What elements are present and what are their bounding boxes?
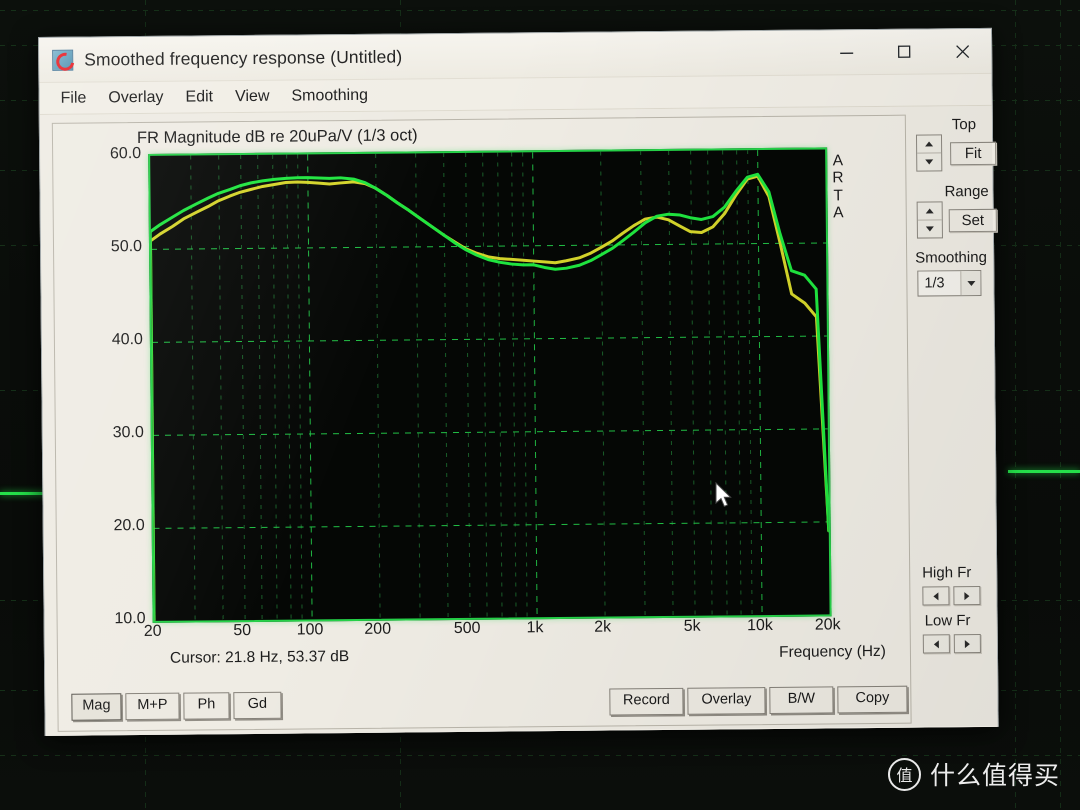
chevron-down-icon <box>925 226 934 232</box>
range-spinner[interactable] <box>916 201 943 239</box>
arta-logo-icon <box>52 49 74 71</box>
range-spinner-buttons[interactable] <box>916 201 943 239</box>
y-axis-tick-label: 40.0 <box>111 331 143 349</box>
top-decrease-button[interactable] <box>917 153 941 170</box>
low-fr-controls <box>922 633 981 654</box>
arta-letter-r: R <box>832 169 845 187</box>
x-axis-title: Frequency (Hz) <box>779 642 887 661</box>
top-spinner[interactable] <box>915 134 943 172</box>
y-axis-tick-label: 60.0 <box>109 145 142 163</box>
menu-item-smoothing[interactable]: Smoothing <box>280 84 379 107</box>
mag-phase-button[interactable]: M+P <box>125 692 180 721</box>
group-delay-button[interactable]: Gd <box>233 691 282 720</box>
y-axis-labels: 60.0 50.0 40.0 30.0 20.0 10.0 <box>53 145 146 627</box>
curves-layer <box>150 172 830 621</box>
menu-item-view[interactable]: View <box>224 85 281 108</box>
minimize-icon <box>839 52 853 54</box>
arta-letter-a2: A <box>833 204 844 222</box>
x-axis-tick-label: 1k <box>526 619 544 637</box>
x-axis-tick-label: 20k <box>814 616 841 634</box>
record-button[interactable]: Record <box>609 687 684 716</box>
maximize-icon <box>897 45 911 58</box>
low-fr-left-button[interactable] <box>922 634 950 654</box>
title-bar: Smoothed frequency response (Untitled) <box>39 28 992 83</box>
low-fr-label: Low Fr <box>924 612 971 630</box>
menu-item-overlay[interactable]: Overlay <box>97 86 174 109</box>
x-axis-tick-label: 500 <box>453 619 481 638</box>
maximize-button[interactable] <box>875 29 933 74</box>
x-axis-tick-label: 20 <box>143 622 162 641</box>
high-fr-right-button[interactable] <box>953 585 981 606</box>
y-axis-tick-label: 20.0 <box>113 516 145 535</box>
screenshot-root: Smoothed frequency response (Untitled) F… <box>0 0 1080 810</box>
plot-panel: FR Magnitude dB re 20uPa/V (1/3 oct) 60.… <box>51 114 912 732</box>
x-axis-tick-label: 100 <box>296 621 324 639</box>
arrow-left-icon <box>933 639 939 648</box>
arrow-right-icon <box>964 639 970 648</box>
phase-button[interactable]: Ph <box>183 692 230 720</box>
chevron-up-icon <box>925 141 934 147</box>
high-fr-label: High Fr <box>922 564 972 582</box>
watermark-badge-icon: 值 <box>887 757 921 791</box>
window-title: Smoothed frequency response (Untitled) <box>84 46 403 70</box>
menu-item-edit[interactable]: Edit <box>174 86 224 108</box>
y-axis-tick-label: 30.0 <box>112 424 144 442</box>
fit-button[interactable]: Fit <box>950 141 997 166</box>
background-accent-line-right <box>1008 470 1080 473</box>
side-control-panel: Top Fit Range Set Smoothing 1/3 High Fr … <box>908 114 997 722</box>
arta-letter-a1: A <box>832 152 844 170</box>
chevron-down-icon[interactable] <box>960 270 981 296</box>
copy-button[interactable]: Copy <box>837 685 908 714</box>
x-axis-tick-label: 50 <box>233 621 252 640</box>
mag-button[interactable]: Mag <box>71 693 122 721</box>
plot-title: FR Magnitude dB re 20uPa/V (1/3 oct) <box>136 126 418 148</box>
cursor-readout: Cursor: 21.8 Hz, 53.37 dB <box>169 648 350 667</box>
arta-window: Smoothed frequency response (Untitled) F… <box>38 27 999 736</box>
watermark-text: 什么值得买 <box>929 761 1060 790</box>
arta-watermark: A R T A <box>832 152 844 222</box>
range-label: Range <box>944 182 989 201</box>
smoothing-select[interactable]: 1/3 <box>917 269 982 297</box>
menu-item-file[interactable]: File <box>49 87 97 109</box>
arrow-left-icon <box>933 591 939 600</box>
y-axis-tick-label: 50.0 <box>110 238 143 256</box>
minimize-button[interactable] <box>817 30 875 75</box>
range-decrease-button[interactable] <box>918 220 942 237</box>
high-fr-left-button[interactable] <box>922 586 950 606</box>
chevron-down-icon <box>925 159 934 165</box>
range-increase-button[interactable] <box>917 202 942 221</box>
top-label: Top <box>951 115 977 134</box>
smoothing-value: 1/3 <box>924 275 945 292</box>
window-controls <box>817 29 991 75</box>
x-axis-tick-label: 10k <box>747 616 773 635</box>
set-button[interactable]: Set <box>948 208 997 233</box>
overlay-button[interactable]: Overlay <box>687 687 766 715</box>
low-fr-right-button[interactable] <box>953 633 981 654</box>
high-fr-controls <box>922 585 981 606</box>
chevron-up-icon <box>925 208 934 214</box>
y-axis-tick-label: 10.0 <box>114 609 146 628</box>
site-watermark: 值 什么值得买 <box>887 756 1060 792</box>
x-axis-tick-label: 2k <box>594 618 612 636</box>
x-axis-tick-label: 200 <box>364 620 392 638</box>
x-axis-tick-label: 5k <box>683 617 701 635</box>
mouse-cursor <box>714 481 734 515</box>
close-icon <box>955 44 969 58</box>
bw-button[interactable]: B/W <box>769 686 834 715</box>
close-button[interactable] <box>933 29 991 74</box>
arrow-right-icon <box>964 591 970 600</box>
frequency-response-graph[interactable] <box>148 147 832 623</box>
client-area: FR Magnitude dB re 20uPa/V (1/3 oct) 60.… <box>39 105 998 736</box>
smoothing-label: Smoothing <box>915 248 987 267</box>
curve-green-axis-stub <box>150 231 156 621</box>
top-increase-button[interactable] <box>916 135 942 154</box>
bottom-button-bar: Mag M+P Ph Gd Record Overlay B/W Copy <box>45 685 997 732</box>
arta-letter-t: T <box>833 186 844 205</box>
top-spinner-buttons[interactable] <box>915 134 943 172</box>
